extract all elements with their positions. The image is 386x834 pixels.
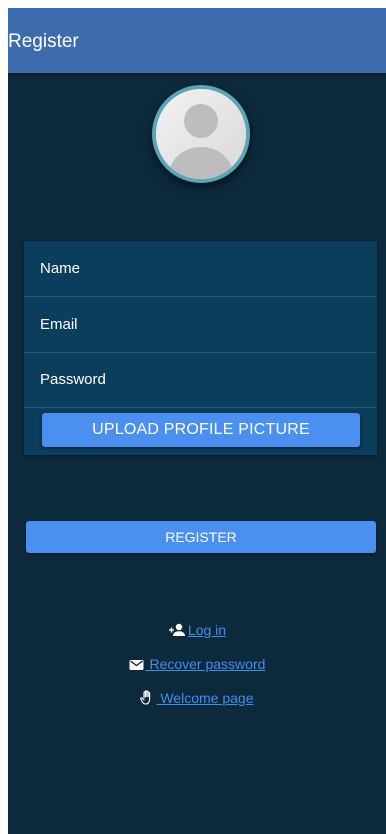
welcome-page-link[interactable]: Welcome page <box>140 690 254 706</box>
app-header: Register <box>8 8 386 73</box>
login-link-label: Log in <box>187 622 227 638</box>
recover-password-link[interactable]: Recover password <box>129 656 266 672</box>
profile-avatar <box>152 85 250 183</box>
name-field-row <box>24 241 377 297</box>
password-field-row <box>24 352 377 408</box>
page-title: Register <box>8 31 79 52</box>
register-button[interactable]: REGISTER <box>26 521 376 553</box>
recover-link-row: Recover password <box>8 655 386 673</box>
app-screen: Register UPLOAD PROFILE PICTURE REGISTER <box>8 8 386 834</box>
upload-profile-picture-button[interactable]: UPLOAD PROFILE PICTURE <box>42 413 360 447</box>
email-input[interactable] <box>24 297 377 352</box>
default-user-avatar-icon <box>156 89 246 179</box>
password-input[interactable] <box>24 352 377 407</box>
welcome-link-row: Welcome page <box>8 689 386 707</box>
hand-icon <box>140 690 151 705</box>
welcome-link-label: Welcome page <box>156 690 254 706</box>
login-link[interactable]: Log in <box>168 622 226 638</box>
email-field-row <box>24 297 377 353</box>
name-input[interactable] <box>24 241 377 296</box>
recover-link-label: Recover password <box>145 656 266 672</box>
person-add-icon <box>168 623 185 636</box>
register-form: UPLOAD PROFILE PICTURE <box>24 241 377 455</box>
envelope-icon <box>129 660 144 670</box>
login-link-row: Log in <box>8 621 386 639</box>
